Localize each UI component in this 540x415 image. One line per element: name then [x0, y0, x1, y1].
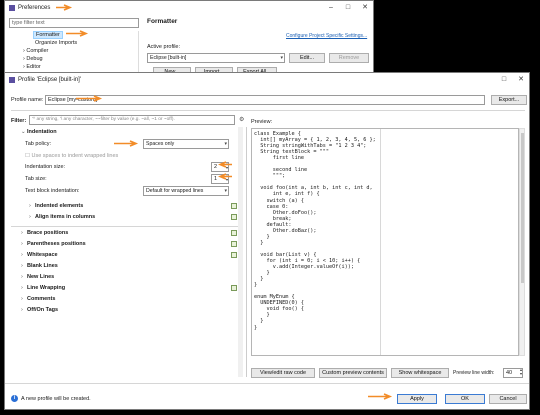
show-whitespace-button[interactable]: Show whitespace: [391, 368, 449, 378]
ok-button[interactable]: OK: [445, 394, 485, 404]
active-profile-select[interactable]: Eclipse [built-in] ▾: [147, 53, 285, 63]
dialog-maximize-icon[interactable]: □: [496, 73, 512, 86]
maximize-icon[interactable]: □: [340, 1, 356, 14]
modified-icon: [231, 241, 237, 247]
preview-code: class Example { int[] myArray = { 1, 2, …: [254, 131, 376, 331]
status-message: A new profile will be created.: [21, 396, 91, 402]
tree-item-organize-imports[interactable]: Organize Imports: [35, 40, 77, 46]
annotation-arrow-icon: [366, 393, 394, 400]
line-width-spinner[interactable]: 40 ▴ ▾: [503, 368, 523, 378]
formatter-header: Formatter: [147, 18, 178, 25]
profile-dialog-titlebar: Profile 'Eclipse [built-in]' □ ✕: [5, 73, 529, 86]
annotation-arrow-icon: [64, 30, 90, 37]
print-margin-line: [380, 129, 381, 355]
line-width-label: Preview line width:: [453, 370, 495, 376]
code-line: }: [254, 324, 258, 331]
preview-scrollbar[interactable]: [519, 128, 525, 356]
configure-project-link[interactable]: Configure Project Specific Settings...: [286, 33, 367, 39]
apply-button[interactable]: Apply: [397, 394, 437, 404]
tab-policy-select[interactable]: Spaces only ▾: [143, 139, 229, 149]
view-raw-code-button[interactable]: View/edit raw code: [251, 368, 315, 378]
section-indented-elements[interactable]: › Indented elements: [29, 203, 83, 209]
section-new-lines[interactable]: › New Lines: [21, 274, 54, 280]
minimize-icon[interactable]: –: [323, 1, 339, 14]
filter-input[interactable]: '^ any string, '\ any character, ~~filte…: [29, 115, 235, 125]
section-whitespace[interactable]: › Whitespace: [21, 252, 58, 258]
modified-icon: [231, 285, 237, 291]
tab-size-label: Tab size:: [25, 176, 47, 182]
app-icon: [9, 4, 15, 11]
modified-icon: [231, 203, 237, 209]
settings-pane: ⌄Indentation Tab policy: Spaces only ▾ ☐ …: [7, 127, 243, 377]
preferences-tree: Formatter Organize Imports › Compiler › …: [9, 31, 139, 75]
section-comments[interactable]: › Comments: [21, 296, 55, 302]
modified-icon: [231, 252, 237, 258]
info-icon: i: [11, 395, 18, 402]
indentation-size-label: Indentation size:: [25, 164, 66, 170]
pane-sash[interactable]: [246, 127, 247, 377]
text-block-select[interactable]: Default for wrapped lines ▾: [143, 186, 229, 196]
preview-label: Preview:: [251, 119, 273, 125]
section-align-items[interactable]: › Align items in columns: [29, 214, 95, 220]
remove-button[interactable]: Remove: [329, 53, 369, 63]
section-brace-positions[interactable]: › Brace positions: [21, 230, 68, 236]
close-icon[interactable]: ✕: [357, 1, 373, 14]
section-line-wrapping[interactable]: › Line Wrapping: [21, 285, 65, 291]
annotation-arrow-icon: [112, 140, 140, 147]
tree-item-debug[interactable]: › Debug: [23, 56, 43, 62]
active-profile-label: Active profile:: [147, 44, 181, 50]
section-parentheses-positions[interactable]: › Parentheses positions: [21, 241, 86, 247]
tree-item-compiler[interactable]: › Compiler: [23, 48, 48, 54]
modified-icon: [231, 214, 237, 220]
tree-item-formatter[interactable]: Formatter: [33, 31, 63, 39]
annotation-arrow-icon: [218, 173, 234, 180]
section-indentation[interactable]: ⌄Indentation: [21, 129, 57, 135]
text-block-label: Text block indentation:: [25, 188, 80, 194]
dialog-app-icon: [9, 76, 15, 83]
tab-policy-label: Tab policy:: [25, 141, 51, 147]
annotation-arrow-icon: [74, 95, 104, 102]
profile-dialog-title: Profile 'Eclipse [built-in]': [18, 76, 81, 83]
edit-button[interactable]: Edit...: [289, 53, 325, 63]
custom-preview-button[interactable]: Custom preview contents: [319, 368, 387, 378]
section-blank-lines[interactable]: › Blank Lines: [21, 263, 58, 269]
cancel-button[interactable]: Cancel: [489, 394, 527, 404]
profile-dialog: Profile 'Eclipse [built-in]' □ ✕ Profile…: [4, 72, 530, 410]
preferences-title: Preferences: [18, 4, 51, 11]
modified-icon: [231, 230, 237, 236]
export-button[interactable]: Export...: [491, 95, 527, 105]
preview-editor[interactable]: class Example { int[] myArray = { 1, 2, …: [251, 128, 519, 356]
preferences-window: Preferences – □ ✕ type filter text Forma…: [4, 0, 374, 77]
settings-scrollbar[interactable]: [238, 127, 243, 377]
tree-item-editor[interactable]: › Editor: [23, 64, 41, 70]
divider: [11, 226, 239, 227]
use-spaces-checkbox[interactable]: ☐ Use spaces to indent wrapped lines: [25, 153, 118, 159]
preferences-filter-input[interactable]: type filter text: [9, 18, 139, 28]
profile-name-input[interactable]: Eclipse [my-custom]: [45, 95, 485, 105]
annotation-arrow-icon: [218, 161, 234, 168]
divider: [5, 383, 529, 384]
annotation-arrow-icon: [54, 4, 74, 11]
section-off-on-tags[interactable]: › Off/On Tags: [21, 307, 58, 313]
filter-label: Filter:: [11, 118, 27, 124]
dialog-close-icon[interactable]: ✕: [513, 73, 529, 86]
profile-name-label: Profile name:: [11, 97, 44, 103]
divider: [11, 110, 525, 111]
filter-options-icon[interactable]: ⚙: [239, 116, 244, 123]
